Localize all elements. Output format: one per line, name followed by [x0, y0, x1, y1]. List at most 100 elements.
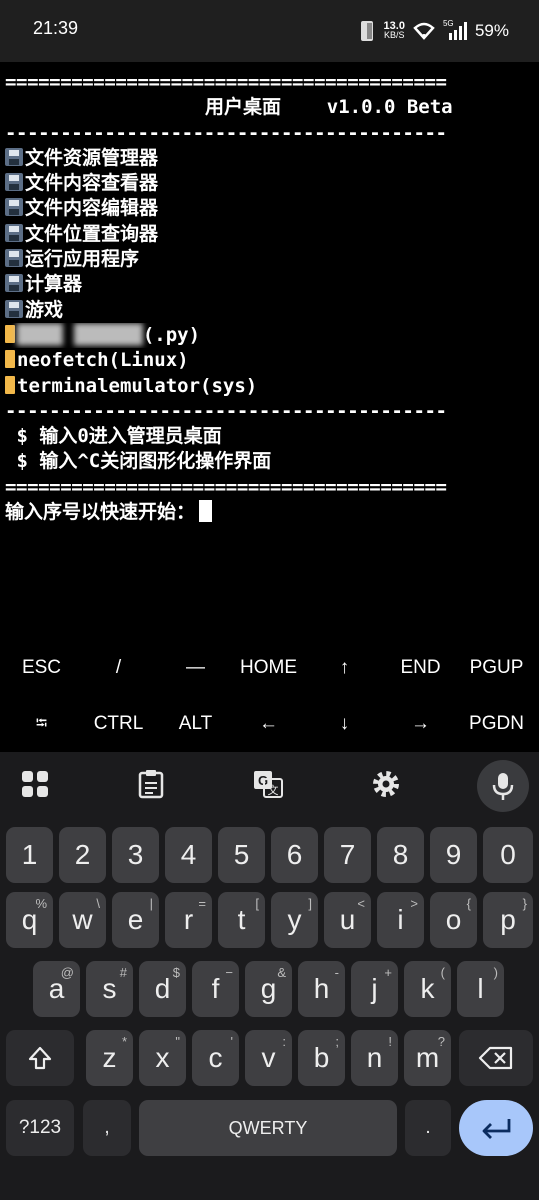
dash-key[interactable]: — — [157, 640, 234, 696]
backspace-key[interactable] — [459, 1030, 533, 1086]
tab-key[interactable]: ⭾ — [3, 696, 80, 752]
key-c[interactable]: c ' — [192, 1030, 239, 1086]
microphone-icon[interactable] — [477, 760, 529, 812]
menu-item: 游戏 — [5, 298, 539, 323]
ctrl-key[interactable]: CTRL — [80, 696, 157, 752]
key-8[interactable]: 8 — [377, 827, 424, 883]
menu-item: 文件内容查看器 — [5, 171, 539, 196]
extra-keys-row-1: ESC / — HOME ↑ END PGUP — [0, 640, 539, 696]
key-a[interactable]: a @ — [33, 961, 80, 1017]
key-p[interactable]: p} — [483, 892, 533, 948]
key-m[interactable]: m? — [404, 1030, 451, 1086]
left-arrow-key[interactable]: ← — [230, 696, 307, 752]
clock: 21:39 — [33, 18, 79, 38]
floppy-disk-icon — [5, 274, 23, 293]
home-key[interactable]: HOME — [230, 640, 307, 696]
terminal-screen[interactable]: ========================================… — [5, 70, 539, 525]
key-i[interactable]: i > — [377, 892, 424, 948]
key-3[interactable]: 3 — [112, 827, 159, 883]
page-title: 用户桌面 v1.0.0 Beta — [205, 96, 453, 119]
menu-item: 文件资源管理器 — [5, 146, 539, 171]
key-g[interactable]: g & — [245, 961, 292, 1017]
input-prompt[interactable]: 输入序号以快速开始： — [5, 500, 539, 525]
comma-key[interactable]: , — [83, 1100, 131, 1156]
network-speed: 13.0 KB/S — [383, 20, 405, 40]
key-7[interactable]: 7 — [324, 827, 371, 883]
apps-grid-icon[interactable] — [5, 762, 65, 806]
key-y[interactable]: y] — [271, 892, 318, 948]
floppy-disk-icon — [5, 173, 23, 192]
end-key[interactable]: END — [382, 640, 459, 696]
wifi-icon — [413, 22, 435, 40]
up-arrow-key[interactable]: ↑ — [306, 640, 383, 696]
folder-icon — [5, 375, 15, 394]
battery-level: 59% — [474, 21, 509, 40]
shift-key[interactable] — [6, 1030, 74, 1086]
key-v[interactable]: v: — [245, 1030, 292, 1086]
folder-icon — [5, 324, 15, 343]
menu-item: terminalemulator(sys) — [5, 374, 539, 399]
space-bar[interactable]: QWERTY — [139, 1100, 397, 1156]
key-j[interactable]: j + — [351, 961, 398, 1017]
key-d[interactable]: d $ — [139, 961, 186, 1017]
pgdn-key[interactable]: PGDN — [458, 696, 535, 752]
divider-double: ======================================== — [5, 475, 447, 498]
menu-item: ████ ██████(.py) — [5, 323, 539, 348]
svg-text:文: 文 — [268, 783, 279, 797]
floppy-disk-icon — [5, 147, 23, 166]
key-1[interactable]: 1 — [6, 827, 53, 883]
key-k[interactable]: k( — [404, 961, 451, 1017]
app-notification-icon — [360, 21, 373, 41]
key-t[interactable]: t[ — [218, 892, 265, 948]
shift-arrow-icon — [28, 1046, 52, 1070]
key-f[interactable]: f − — [192, 961, 239, 1017]
menu-item: neofetch(Linux) — [5, 348, 539, 373]
esc-key[interactable]: ESC — [3, 640, 80, 696]
key-x[interactable]: x " — [139, 1030, 186, 1086]
divider-single: ---------------------------------------- — [5, 121, 447, 144]
symbols-key[interactable]: ?123 — [6, 1100, 74, 1156]
settings-gear-icon[interactable] — [356, 762, 416, 806]
key-2[interactable]: 2 — [59, 827, 106, 883]
soft-keyboard: G文 1 2 3 4 5 6 7 8 9 0 q% w \ e | r = t[ y]… — [0, 752, 539, 1200]
alt-key[interactable]: ALT — [157, 696, 234, 752]
floppy-disk-icon — [5, 299, 23, 318]
key-w[interactable]: w \ — [59, 892, 106, 948]
floppy-disk-icon — [5, 223, 23, 242]
hint-line: $ 输入^C关闭图形化操作界面 — [5, 450, 272, 473]
key-4[interactable]: 4 — [165, 827, 212, 883]
key-0[interactable]: 0 — [483, 827, 533, 883]
key-o[interactable]: o{ — [430, 892, 477, 948]
extra-keys-bar: ESC / — HOME ↑ END PGUP ⭾ CTRL ALT ← ↓ →… — [0, 640, 539, 752]
menu-item: 计算器 — [5, 272, 539, 297]
key-6[interactable]: 6 — [271, 827, 318, 883]
key-b[interactable]: b; — [298, 1030, 345, 1086]
key-9[interactable]: 9 — [430, 827, 477, 883]
translate-icon[interactable]: G文 — [238, 762, 298, 806]
key-h[interactable]: h- — [298, 961, 345, 1017]
floppy-disk-icon — [5, 198, 23, 217]
key-z[interactable]: z * — [86, 1030, 133, 1086]
key-e[interactable]: e | — [112, 892, 159, 948]
slash-key[interactable]: / — [80, 640, 157, 696]
enter-arrow-icon — [482, 1119, 511, 1139]
key-r[interactable]: r = — [165, 892, 212, 948]
divider-single: ---------------------------------------- — [5, 399, 447, 422]
period-key[interactable]: . — [405, 1100, 451, 1156]
key-u[interactable]: u < — [324, 892, 371, 948]
down-arrow-key[interactable]: ↓ — [306, 696, 383, 752]
menu-item: 文件位置查询器 — [5, 222, 539, 247]
enter-key[interactable] — [459, 1100, 533, 1156]
status-icons: 13.0 KB/S 5G 59% — [358, 14, 509, 48]
clipboard-icon[interactable] — [121, 762, 181, 806]
key-5[interactable]: 5 — [218, 827, 265, 883]
folder-icon — [5, 350, 15, 369]
pgup-key[interactable]: PGUP — [458, 640, 535, 696]
key-l[interactable]: l) — [457, 961, 504, 1017]
backspace-icon — [478, 1046, 513, 1070]
right-arrow-key[interactable]: → — [382, 696, 459, 752]
key-n[interactable]: n! — [351, 1030, 398, 1086]
key-q[interactable]: q% — [6, 892, 53, 948]
key-s[interactable]: s # — [86, 961, 133, 1017]
redacted-text: ████ ██████ — [17, 323, 143, 346]
